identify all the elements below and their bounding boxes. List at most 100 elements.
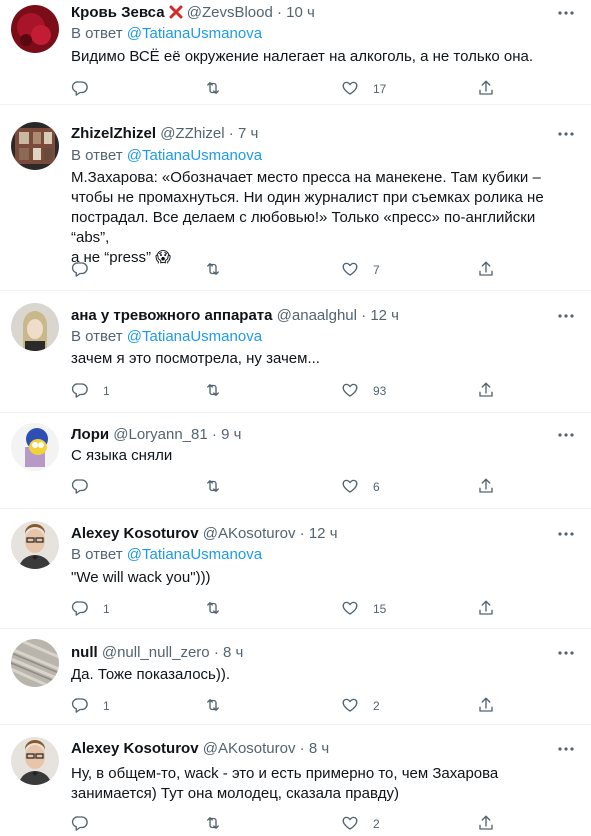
more-options-icon[interactable] (555, 739, 577, 759)
reply-icon (71, 599, 89, 620)
timestamp[interactable]: 9 ч (221, 426, 241, 443)
more-options-icon[interactable] (555, 3, 577, 23)
author-name[interactable]: Кровь Зевса (71, 4, 165, 21)
share-icon (477, 381, 495, 402)
like-button[interactable]: 6 (341, 477, 380, 497)
author-handle[interactable]: @ZZhizel (160, 125, 224, 142)
tweet[interactable]: null @null_null_zero · 8 ч Да. Тоже пока… (0, 629, 591, 725)
mention-link[interactable]: @TatianaUsmanova (127, 25, 262, 42)
author-handle[interactable]: @Loryann_81 (113, 426, 207, 443)
more-options-icon[interactable] (555, 643, 577, 663)
reply-prefix: В ответ (71, 328, 123, 345)
avatar[interactable] (11, 122, 59, 170)
more-options-icon[interactable] (555, 124, 577, 144)
reply-button[interactable] (71, 79, 103, 99)
like-button[interactable]: 7 (341, 260, 380, 280)
avatar[interactable] (11, 737, 59, 785)
author-handle[interactable]: @ZevsBlood (187, 4, 273, 21)
more-options-icon[interactable] (555, 306, 577, 326)
like-button[interactable]: 2 (341, 696, 380, 716)
reply-icon (71, 696, 89, 717)
reply-prefix: В ответ (71, 546, 123, 563)
author-name[interactable]: ZhizelZhizel (71, 125, 156, 142)
retweet-icon (204, 599, 222, 620)
heart-icon (341, 79, 359, 100)
reply-count: 1 (103, 699, 110, 713)
tweet-actions: 6 (71, 477, 501, 497)
timestamp[interactable]: 12 ч (370, 307, 399, 324)
author-handle[interactable]: @AKosoturov (203, 525, 296, 542)
heart-icon (341, 814, 359, 835)
tweet[interactable]: Alexey Kosoturov @AKosoturov · 8 ч Ну, в… (0, 725, 591, 836)
more-options-icon[interactable] (555, 524, 577, 544)
reply-button[interactable]: 1 (71, 381, 110, 401)
reply-button[interactable] (71, 477, 103, 497)
tweet[interactable]: ZhizelZhizel @ZZhizel · 7 ч В ответ @Tat… (0, 105, 591, 291)
reply-count: 1 (103, 602, 110, 616)
avatar[interactable] (11, 5, 59, 53)
author-name[interactable]: null (71, 644, 98, 661)
avatar[interactable] (11, 303, 59, 351)
share-icon (477, 260, 495, 281)
reply-button[interactable] (71, 814, 103, 834)
reply-count: 1 (103, 384, 110, 398)
tweet[interactable]: Лори @Loryann_81 · 9 ч С языка сняли 6 (0, 413, 591, 509)
author-handle[interactable]: @anaalghul (277, 307, 357, 324)
timestamp[interactable]: 8 ч (309, 740, 329, 757)
more-options-icon[interactable] (555, 425, 577, 445)
retweet-button[interactable] (204, 381, 222, 401)
reply-button[interactable] (71, 260, 103, 280)
timestamp[interactable]: 8 ч (223, 644, 243, 661)
tweet[interactable]: Кровь Зевса @ZevsBlood · 10 ч В ответ @T… (0, 0, 591, 105)
cross-mark-emoji-icon (169, 5, 183, 25)
share-button[interactable] (477, 79, 495, 99)
retweet-button[interactable] (204, 599, 222, 619)
retweet-button[interactable] (204, 477, 222, 497)
retweet-button[interactable] (204, 79, 222, 99)
avatar[interactable] (11, 639, 59, 687)
heart-icon (341, 260, 359, 281)
share-button[interactable] (477, 696, 495, 716)
reply-prefix: В ответ (71, 147, 123, 164)
share-icon (477, 477, 495, 498)
separator-dot: · (277, 4, 282, 21)
tweet-text: С языка сняли (71, 446, 577, 466)
share-button[interactable] (477, 599, 495, 619)
share-button[interactable] (477, 477, 495, 497)
tweet[interactable]: ана у тревожного аппарата @anaalghul · 1… (0, 291, 591, 413)
author-handle[interactable]: @null_null_zero (102, 644, 210, 661)
mention-link[interactable]: @TatianaUsmanova (127, 147, 262, 164)
mention-link[interactable]: @TatianaUsmanova (127, 546, 262, 563)
heart-icon (341, 477, 359, 498)
retweet-button[interactable] (204, 260, 222, 280)
retweet-icon (204, 477, 222, 498)
mention-link[interactable]: @TatianaUsmanova (127, 328, 262, 345)
avatar[interactable] (11, 521, 59, 569)
tweet[interactable]: Alexey Kosoturov @AKosoturov · 12 ч В от… (0, 509, 591, 629)
separator-dot: · (299, 740, 305, 757)
author-handle[interactable]: @AKosoturov (203, 740, 296, 757)
tweet-actions: 1 15 (71, 599, 501, 619)
share-button[interactable] (477, 381, 495, 401)
timestamp[interactable]: 10 ч (286, 4, 315, 21)
share-button[interactable] (477, 260, 495, 280)
share-button[interactable] (477, 814, 495, 834)
like-button[interactable]: 17 (341, 79, 386, 99)
reply-button[interactable]: 1 (71, 599, 110, 619)
like-button[interactable]: 93 (341, 381, 386, 401)
timestamp[interactable]: 7 ч (238, 125, 258, 142)
avatar[interactable] (11, 423, 59, 471)
like-button[interactable]: 2 (341, 814, 380, 834)
retweet-button[interactable] (204, 814, 222, 834)
author-name[interactable]: Лори (71, 426, 109, 443)
retweet-icon (204, 696, 222, 717)
share-icon (477, 599, 495, 620)
timestamp[interactable]: 12 ч (309, 525, 338, 542)
retweet-button[interactable] (204, 696, 222, 716)
author-name[interactable]: Alexey Kosoturov (71, 740, 199, 757)
author-name[interactable]: Alexey Kosoturov (71, 525, 199, 542)
author-name[interactable]: ана у тревожного аппарата (71, 307, 273, 324)
like-button[interactable]: 15 (341, 599, 386, 619)
reply-context: В ответ @TatianaUsmanova (71, 146, 262, 166)
reply-button[interactable]: 1 (71, 696, 110, 716)
